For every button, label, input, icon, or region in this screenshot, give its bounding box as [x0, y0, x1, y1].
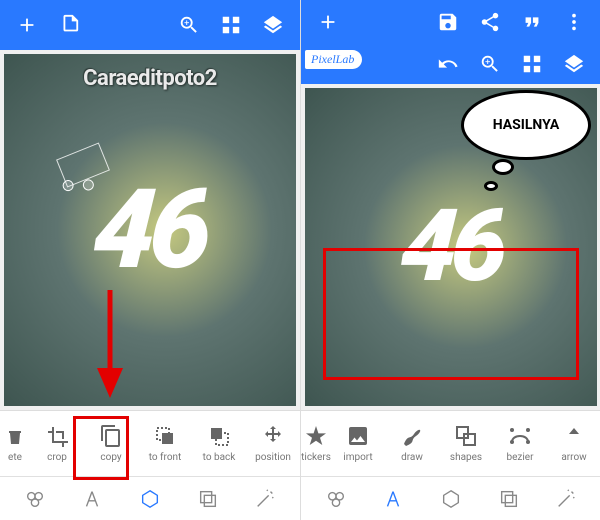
tool-position[interactable]: position: [246, 411, 300, 476]
tool-draw[interactable]: draw: [385, 411, 439, 476]
tool-crop[interactable]: crop: [30, 411, 84, 476]
tool-label: to front: [149, 452, 182, 463]
tab-color[interactable]: [17, 481, 53, 517]
tool-label: copy: [100, 452, 121, 463]
tool-shapes[interactable]: shapes: [439, 411, 493, 476]
undo-button[interactable]: [429, 45, 467, 83]
right-toolbar: tickers import draw shapes bezier arrow: [301, 410, 600, 476]
left-toolbar: ete crop copy to front to back position: [0, 410, 300, 476]
right-topbar: [301, 0, 600, 44]
tool-arrow[interactable]: arrow: [547, 411, 600, 476]
tool-label: import: [343, 452, 372, 463]
right-bottombar: [301, 476, 600, 520]
tab-effects[interactable]: [247, 481, 283, 517]
tool-label: draw: [401, 452, 423, 463]
paste-button[interactable]: [50, 6, 88, 44]
add-button[interactable]: [309, 3, 347, 41]
right-panel: PixelLab 46 HASILNYA tickers: [301, 0, 600, 520]
more-button[interactable]: [555, 3, 593, 41]
tab-effects[interactable]: [548, 481, 584, 517]
right-secondbar: PixelLab: [301, 44, 600, 84]
tool-stickers[interactable]: tickers: [301, 411, 331, 476]
left-canvas[interactable]: Caraeditpoto2 46: [4, 54, 296, 406]
save-button[interactable]: [429, 3, 467, 41]
speech-text: HASILNYA: [493, 117, 560, 133]
layers-button[interactable]: [555, 45, 593, 83]
tab-shape[interactable]: [132, 481, 168, 517]
tab-shape[interactable]: [433, 481, 469, 517]
tab-layers[interactable]: [491, 481, 527, 517]
speech-annotation: HASILNYA: [461, 90, 591, 160]
zoom-button[interactable]: [471, 45, 509, 83]
canvas-number[interactable]: 46: [397, 197, 504, 297]
tool-label: to back: [203, 452, 236, 463]
tool-toback[interactable]: to back: [192, 411, 246, 476]
app-logo: PixelLab: [305, 50, 362, 69]
tab-text[interactable]: [74, 481, 110, 517]
tab-text[interactable]: [375, 481, 411, 517]
quote-button[interactable]: [513, 3, 551, 41]
share-button[interactable]: [471, 3, 509, 41]
zoom-button[interactable]: [170, 6, 208, 44]
canvas-number[interactable]: 46: [90, 175, 209, 285]
tool-label: ete: [8, 452, 22, 463]
grid-button[interactable]: [513, 45, 551, 83]
tool-label: arrow: [561, 452, 586, 463]
tool-tofront[interactable]: to front: [138, 411, 192, 476]
tab-layers[interactable]: [190, 481, 226, 517]
tool-label: bezier: [506, 452, 533, 463]
tool-import[interactable]: import: [331, 411, 385, 476]
tab-color[interactable]: [318, 481, 354, 517]
tool-label: shapes: [450, 452, 482, 463]
left-bottombar: [0, 476, 300, 520]
tool-label: position: [255, 452, 291, 463]
layers-button[interactable]: [254, 6, 292, 44]
left-panel: Caraeditpoto2 46 ete crop copy to front …: [0, 0, 301, 520]
watermark-text: Caraeditpoto2: [83, 66, 217, 91]
tool-label: crop: [47, 452, 67, 463]
left-topbar: [0, 0, 300, 50]
add-button[interactable]: [8, 6, 46, 44]
tool-delete[interactable]: ete: [0, 411, 30, 476]
grid-button[interactable]: [212, 6, 250, 44]
tool-copy[interactable]: copy: [84, 411, 138, 476]
tool-label: tickers: [301, 452, 331, 463]
tool-bezier[interactable]: bezier: [493, 411, 547, 476]
